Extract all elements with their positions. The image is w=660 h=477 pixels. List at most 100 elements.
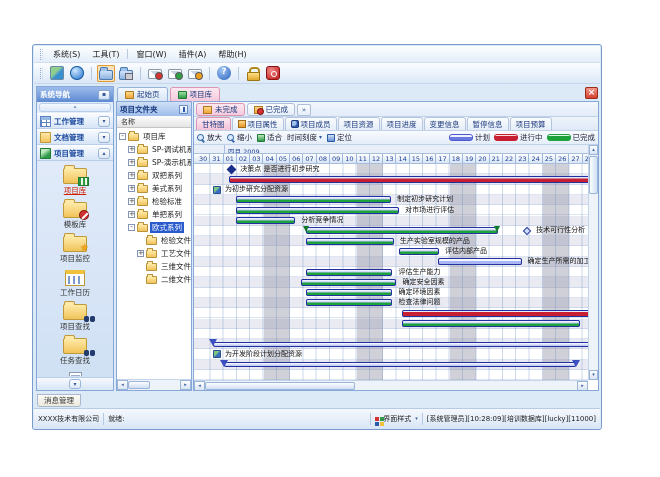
collapse-icon[interactable]: - xyxy=(128,224,135,231)
expand-icon[interactable]: + xyxy=(137,250,144,257)
section-tab-项目资源[interactable]: 项目资源 xyxy=(338,117,380,130)
tree-row-项目库[interactable]: -项目库 xyxy=(117,130,191,143)
message-management-tab[interactable]: 消息管理 xyxy=(37,394,81,407)
help-icon[interactable]: ? xyxy=(215,64,233,82)
tool-适合[interactable]: 适合 xyxy=(257,132,282,143)
menu-item[interactable]: 工具(T) xyxy=(86,47,125,62)
mail-receive-icon[interactable] xyxy=(166,65,184,81)
scroll-right-icon[interactable]: ▸ xyxy=(577,381,588,391)
tree-row-三维文件[interactable]: 三维文件 xyxy=(117,260,191,273)
sidebar-item-项目文档查找[interactable]: 项目文档查找 xyxy=(37,369,113,376)
sidebar-scroll-more[interactable]: ▾ xyxy=(37,377,113,390)
expand-icon[interactable]: + xyxy=(128,211,135,218)
menu-item[interactable]: 窗口(W) xyxy=(130,47,172,62)
sidebar-scroll-up-button[interactable]: ▴ xyxy=(39,103,111,112)
task-bar[interactable] xyxy=(236,207,400,214)
tab-项目库[interactable]: 项目库 xyxy=(170,87,221,101)
tree-row-SP-调试机系[interactable]: +SP-调试机系 xyxy=(117,143,191,156)
tree-row-工艺文件[interactable]: +工艺文件 xyxy=(117,247,191,260)
section-tab-暂停信息[interactable]: 暂停信息 xyxy=(467,117,509,130)
menu-item[interactable]: 帮助(H) xyxy=(212,47,252,62)
mail-pending-icon[interactable] xyxy=(186,65,204,81)
tree-row-二维文件[interactable]: 二维文件 xyxy=(117,273,191,286)
tree-row-检验标准[interactable]: +检验标准 xyxy=(117,195,191,208)
scroll-thumb[interactable] xyxy=(589,156,598,194)
task-bar[interactable] xyxy=(306,269,392,276)
sidebar-group-项目管理[interactable]: 项目管理▴ xyxy=(37,145,113,161)
expand-icon[interactable]: + xyxy=(128,146,135,153)
scroll-thumb[interactable] xyxy=(128,381,150,389)
open-folder-icon[interactable] xyxy=(97,65,115,82)
task-bar[interactable] xyxy=(301,279,397,286)
task-bar[interactable] xyxy=(399,248,439,255)
task-bar[interactable] xyxy=(236,217,296,224)
tree-row-美式系列[interactable]: +美式系列 xyxy=(117,182,191,195)
sidebar-item-项目监控[interactable]: ★项目监控 xyxy=(37,233,113,264)
sidebar-group-工作管理[interactable]: 工作管理▾ xyxy=(37,113,113,129)
task-bar[interactable] xyxy=(306,289,392,296)
task-bar[interactable] xyxy=(306,299,392,306)
tree-row-欧式系列[interactable]: -欧式系列 xyxy=(117,221,191,234)
tree-row-单把系列[interactable]: +单把系列 xyxy=(117,208,191,221)
tool-定位[interactable]: 定位 xyxy=(327,132,352,143)
tree-row-SP-演示机系[interactable]: +SP-演示机系 xyxy=(117,156,191,169)
scroll-left-icon[interactable]: ◂ xyxy=(194,381,205,391)
task-note-icon[interactable] xyxy=(213,186,221,194)
task-bar[interactable] xyxy=(306,238,394,245)
task-bar[interactable] xyxy=(306,227,498,234)
tab-起始页[interactable]: 起始页 xyxy=(117,87,168,101)
sidebar-options-button[interactable]: ▪ xyxy=(98,90,110,100)
section-tab-项目预算[interactable]: 项目预算 xyxy=(510,117,552,130)
task-bar[interactable] xyxy=(236,196,392,203)
sidebar-item-项目库[interactable]: 项目库 xyxy=(37,165,113,196)
view-tab-未完成[interactable]: 未完成 xyxy=(196,103,245,116)
tree-horizontal-scrollbar[interactable]: ◂ ▸ xyxy=(117,379,191,390)
gantt-vertical-scrollbar[interactable]: ▴ ▾ xyxy=(588,145,598,380)
sidebar-item-任务查找[interactable]: 任务查找 xyxy=(37,335,113,366)
tool-缩小[interactable]: 缩小 xyxy=(227,132,252,143)
close-tab-button[interactable]: × xyxy=(585,87,598,99)
task-bar[interactable] xyxy=(402,310,588,317)
more-tabs-button[interactable]: » xyxy=(297,104,311,116)
tree-row-检验文件[interactable]: 检验文件 xyxy=(117,234,191,247)
scroll-left-icon[interactable]: ◂ xyxy=(117,380,128,390)
scroll-right-icon[interactable]: ▸ xyxy=(180,380,191,390)
collapse-icon[interactable]: - xyxy=(119,133,126,140)
lock-icon[interactable] xyxy=(244,64,262,82)
menu-item[interactable]: 系统(S) xyxy=(47,47,86,62)
scroll-up-icon[interactable]: ▴ xyxy=(589,145,598,155)
expand-icon[interactable]: + xyxy=(128,185,135,192)
ui-style-selector[interactable]: 界面样式 xyxy=(383,414,411,424)
section-tab-项目成员[interactable]: 项目成员 xyxy=(285,117,337,130)
tool-放大[interactable]: 放大 xyxy=(197,132,222,143)
save-folder-icon[interactable] xyxy=(117,65,135,82)
expand-icon[interactable]: + xyxy=(128,159,135,166)
chevron-down-icon[interactable]: ▾ xyxy=(98,132,110,143)
expand-icon[interactable]: + xyxy=(128,198,135,205)
sidebar-item-项目查找[interactable]: 项目查找 xyxy=(37,301,113,332)
task-bar[interactable] xyxy=(402,320,580,327)
view-tab-已完成[interactable]: 已完成 xyxy=(247,103,296,116)
scroll-thumb[interactable] xyxy=(205,382,355,390)
task-bar[interactable] xyxy=(224,362,576,367)
pin-icon[interactable] xyxy=(179,105,188,114)
section-tab-项目进度[interactable]: 项目进度 xyxy=(381,117,423,130)
image-icon[interactable] xyxy=(48,64,66,82)
sidebar-item-工作日历[interactable]: 工作日历 xyxy=(37,267,113,298)
chevron-up-icon[interactable]: ▴ xyxy=(98,148,110,159)
task-bar[interactable] xyxy=(213,342,588,347)
tool-时间刻度[interactable]: 时间刻度▾ xyxy=(287,132,322,143)
menu-item[interactable]: 插件(A) xyxy=(173,47,213,62)
scroll-down-icon[interactable]: ▾ xyxy=(589,370,598,380)
expand-icon[interactable]: + xyxy=(128,172,135,179)
sidebar-group-文档管理[interactable]: 文档管理▾ xyxy=(37,129,113,145)
chevron-down-icon[interactable]: ▾ xyxy=(98,116,110,127)
tree-row-双把系列[interactable]: +双把系列 xyxy=(117,169,191,182)
task-bar[interactable] xyxy=(229,176,588,183)
globe-icon[interactable] xyxy=(68,64,86,82)
task-note-icon[interactable] xyxy=(213,350,221,358)
section-tab-变更信息[interactable]: 变更信息 xyxy=(424,117,466,130)
section-tab-甘特图[interactable]: 甘特图 xyxy=(196,117,231,130)
task-bar[interactable] xyxy=(438,258,522,265)
sidebar-item-模板库[interactable]: 模板库 xyxy=(37,199,113,230)
